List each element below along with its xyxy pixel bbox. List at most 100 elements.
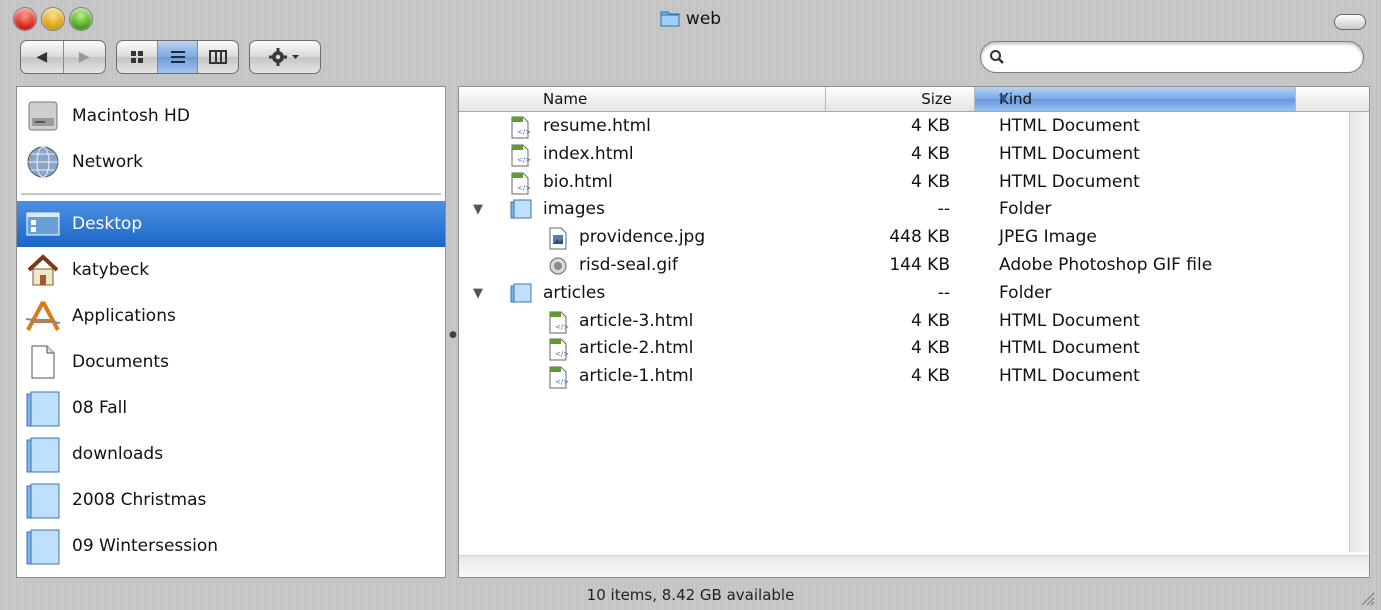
forward-arrow-icon: ▶: [78, 49, 90, 65]
sidebar-item-downloads[interactable]: downloads: [17, 431, 445, 477]
file-kind: HTML Document: [999, 143, 1140, 164]
sidebar-item-08-fall[interactable]: 08 Fall: [17, 385, 445, 431]
forward-button[interactable]: ▶: [64, 41, 106, 73]
file-name: bio.html: [543, 171, 613, 192]
file-row[interactable]: </> article-1.html 4 KB HTML Document: [459, 363, 1349, 391]
resize-grip-icon[interactable]: [1359, 590, 1375, 606]
search-input[interactable]: [1011, 46, 1345, 68]
sidebar-item-label: 2008 Christmas: [72, 490, 207, 510]
sidebar-item-label: 08 Fall: [72, 398, 128, 418]
file-size: --: [937, 282, 950, 303]
sidebar-item-label: Applications: [72, 306, 176, 326]
sidebar-item-label: Network: [72, 152, 143, 172]
file-kind: HTML Document: [999, 366, 1140, 387]
svg-text:</>: </>: [555, 378, 569, 386]
action-menu-button[interactable]: [249, 40, 321, 74]
folder-row[interactable]: ▼ images -- Folder: [459, 196, 1349, 224]
disclosure-triangle-icon[interactable]: ▼: [473, 286, 483, 301]
file-size: 4 KB: [910, 310, 950, 331]
file-row[interactable]: </> resume.html 4 KB HTML Document: [459, 113, 1349, 141]
sidebar-item-desktop[interactable]: Desktop: [17, 201, 445, 247]
html-file-icon: </>: [547, 310, 571, 334]
vertical-scrollbar[interactable]: [1349, 112, 1369, 552]
applications-icon: [23, 296, 63, 336]
column-header-name[interactable]: Name: [459, 87, 826, 111]
file-kind: HTML Document: [999, 310, 1140, 331]
home-icon: [23, 250, 63, 290]
file-row[interactable]: </> index.html 4 KB HTML Document: [459, 141, 1349, 169]
folder-icon: [660, 9, 680, 32]
gif-file-icon: [547, 254, 571, 278]
finder-window: web ◀ ▶ Macintosh HD Network Desktop kat…: [0, 0, 1381, 610]
status-bar: 10 items, 8.42 GB available: [586, 586, 795, 604]
search-field[interactable]: [980, 41, 1364, 73]
file-name: images: [543, 199, 605, 220]
html-file-icon: </>: [509, 143, 533, 167]
toolbar-toggle-button[interactable]: [1334, 14, 1366, 30]
folder-icon: [23, 388, 63, 428]
column-view-button[interactable]: [198, 41, 238, 73]
file-name: article-1.html: [579, 366, 694, 387]
html-file-icon: </>: [509, 115, 533, 139]
file-size: --: [937, 199, 950, 220]
file-name: providence.jpg: [579, 227, 706, 248]
column-header: Name Size Kind ▼: [459, 87, 1369, 112]
network-globe-icon: [23, 142, 63, 182]
column-header-filler: [1295, 87, 1369, 111]
icon-view-button[interactable]: [117, 41, 158, 73]
sidebar-item-katybeck[interactable]: katybeck: [17, 247, 445, 293]
search-icon: [990, 50, 1004, 64]
html-file-icon: </>: [547, 337, 571, 361]
disclosure-triangle-icon[interactable]: ▼: [473, 202, 483, 217]
file-row[interactable]: providence.jpg 448 KB JPEG Image: [459, 224, 1349, 252]
file-size: 144 KB: [889, 255, 950, 275]
svg-text:</>: </>: [517, 184, 531, 192]
column-header-kind[interactable]: Kind ▼: [975, 87, 1296, 111]
file-size: 4 KB: [910, 116, 950, 136]
list-view-button[interactable]: [157, 41, 199, 73]
desktop-icon: [23, 204, 63, 244]
file-kind: Folder: [999, 199, 1052, 220]
back-button[interactable]: ◀: [21, 41, 64, 73]
file-row[interactable]: </> article-3.html 4 KB HTML Document: [459, 308, 1349, 336]
svg-text:</>: </>: [517, 128, 531, 136]
column-header-size[interactable]: Size: [825, 87, 975, 111]
documents-icon: [23, 342, 63, 382]
file-row[interactable]: </> article-2.html 4 KB HTML Document: [459, 335, 1349, 363]
sidebar-splitter[interactable]: ●: [446, 86, 458, 576]
sidebar-item-2008-christmas[interactable]: 2008 Christmas: [17, 477, 445, 523]
sidebar-item-label: Documents: [72, 352, 169, 372]
view-mode-control: [116, 40, 239, 74]
file-row[interactable]: </> bio.html 4 KB HTML Document: [459, 169, 1349, 197]
file-name: article-2.html: [579, 338, 694, 359]
hard-drive-icon: [23, 96, 63, 136]
splitter-grip-icon: ●: [449, 330, 457, 340]
icon-view-icon: [130, 51, 143, 63]
back-forward-control: ◀ ▶: [20, 40, 106, 74]
file-size: 448 KB: [889, 227, 950, 248]
folder-icon: [509, 198, 533, 222]
file-name: resume.html: [543, 116, 651, 136]
sidebar-item-macintosh-hd[interactable]: Macintosh HD: [17, 93, 445, 139]
horizontal-scrollbar[interactable]: [459, 555, 1369, 577]
back-arrow-icon: ◀: [36, 49, 48, 65]
window-title: web: [0, 9, 1381, 32]
title-bar[interactable]: web: [0, 0, 1381, 40]
sidebar-item-label: 09 Wintersession: [72, 536, 219, 556]
file-name: risd-seal.gif: [579, 255, 678, 275]
file-kind: Folder: [999, 282, 1052, 303]
folder-icon: [23, 480, 63, 520]
file-row[interactable]: risd-seal.gif 144 KB Adobe Photoshop GIF f…: [459, 252, 1349, 280]
svg-text:</>: </>: [517, 156, 531, 164]
svg-text:</>: </>: [555, 350, 569, 358]
sidebar-separator: [21, 193, 441, 196]
sidebar-item-09-wintersession[interactable]: 09 Wintersession: [17, 523, 445, 569]
html-file-icon: </>: [547, 365, 571, 389]
sidebar-item-documents[interactable]: Documents: [17, 339, 445, 385]
sort-descending-icon: ▼: [999, 92, 1008, 105]
folder-icon: [23, 526, 63, 566]
folder-row[interactable]: ▼ articles -- Folder: [459, 280, 1349, 308]
sidebar-item-applications[interactable]: Applications: [17, 293, 445, 339]
action-menu-segment[interactable]: [250, 41, 320, 73]
sidebar-item-network[interactable]: Network: [17, 139, 445, 185]
